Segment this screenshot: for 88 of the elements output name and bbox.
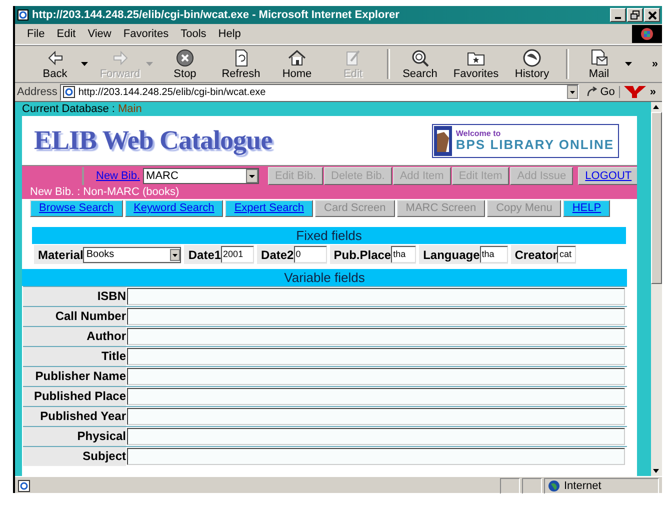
status-message: New Bib. : Non-MARC (books) xyxy=(22,186,637,199)
field-label: Physical xyxy=(23,427,126,446)
status-pane xyxy=(522,478,542,494)
field-label: Date1 xyxy=(188,248,222,262)
ie-page-icon xyxy=(17,9,29,21)
field-label: Title xyxy=(23,347,126,366)
home-icon xyxy=(287,48,307,68)
input-field[interactable]: tha xyxy=(480,246,508,263)
input-field[interactable] xyxy=(127,368,625,385)
stop-icon xyxy=(175,48,195,68)
toolbar-button[interactable]: Refresh xyxy=(215,48,267,80)
input-field[interactable] xyxy=(127,408,625,425)
field-label: Publisher Name xyxy=(23,367,126,386)
field-label: Published Place xyxy=(23,387,126,406)
field-label: Pub.Place xyxy=(334,248,392,262)
address-label: Address xyxy=(17,86,58,98)
banner-text: Welcome to xyxy=(456,130,502,138)
input-field[interactable]: 0 xyxy=(294,246,327,263)
nav-button[interactable]: Browse Search xyxy=(30,200,123,216)
menu-item[interactable]: Favorites xyxy=(117,28,175,40)
input-field[interactable]: cat xyxy=(557,246,576,263)
more-chevron[interactable]: » xyxy=(650,86,660,98)
input-field[interactable] xyxy=(127,428,625,445)
input-field[interactable] xyxy=(127,388,625,405)
input-field[interactable] xyxy=(127,328,625,345)
nav-button[interactable]: Keyword Search xyxy=(124,200,224,216)
globe-icon xyxy=(522,48,542,68)
toolbar-button[interactable]: History xyxy=(506,48,558,80)
nav-button[interactable]: Expert Search xyxy=(225,200,314,216)
input-field[interactable] xyxy=(127,288,625,305)
field-label: Material xyxy=(38,248,84,262)
database-name: Main xyxy=(116,103,142,115)
field-label: Subject xyxy=(23,447,126,466)
maximize-icon xyxy=(628,8,642,22)
window-title: http://203.144.248.25/elib/cgi-bin/wcat.exe - Microsoft Internet Explorer xyxy=(32,9,400,21)
banner-title: BPS LIBRARY ONLINE xyxy=(456,138,614,151)
input-field[interactable]: 2001 xyxy=(221,246,254,263)
close-button[interactable] xyxy=(644,8,660,22)
input-field[interactable]: tha xyxy=(391,246,416,263)
nav-button[interactable]: HELP xyxy=(563,200,610,216)
format-select[interactable]: MARC xyxy=(143,168,260,184)
dropdown-arrow-icon[interactable] xyxy=(625,62,632,66)
material-select[interactable]: Books xyxy=(83,246,182,262)
field-label: Creator xyxy=(514,248,558,262)
status-pane xyxy=(500,478,520,494)
catalogue-heading: ELIB Web Catalogue xyxy=(34,125,272,156)
toolbar-button[interactable]: Search xyxy=(394,48,446,80)
yahoo-y-icon[interactable] xyxy=(622,85,647,99)
ie-page-icon xyxy=(63,86,76,98)
toolbar-button[interactable]: Favorites xyxy=(450,48,502,80)
maximize-button[interactable] xyxy=(627,8,643,22)
toolbar-button[interactable]: Stop xyxy=(159,48,211,80)
section-header: Variable fields xyxy=(22,269,627,286)
page-status-icon xyxy=(18,480,30,492)
database-label: Current Database : xyxy=(22,103,115,115)
menu-item[interactable]: Tools xyxy=(174,28,212,40)
toolbar-button[interactable]: Back xyxy=(29,48,81,80)
more-chevron[interactable]: » xyxy=(652,58,662,70)
field-label: Call Number xyxy=(23,307,126,326)
input-field[interactable] xyxy=(127,448,625,465)
zone-label: Internet xyxy=(564,480,602,492)
dropdown-arrow-icon[interactable] xyxy=(81,62,88,66)
toolbar-button[interactable]: Home xyxy=(271,48,323,80)
address-field[interactable]: http://203.144.248.25/elib/cgi-bin/wcat.exe xyxy=(60,84,580,100)
minimize-icon xyxy=(615,17,621,19)
input-field[interactable] xyxy=(127,308,625,325)
toolbar-button[interactable]: Mail xyxy=(573,48,625,80)
search-icon xyxy=(410,48,430,68)
input-field[interactable] xyxy=(127,348,625,365)
field-label: ISBN xyxy=(23,287,126,306)
menu-item[interactable]: View xyxy=(82,28,118,40)
field-label: Published Year xyxy=(23,407,126,426)
action-button[interactable]: LOGOUT xyxy=(578,167,637,185)
field-label: Author xyxy=(23,327,126,346)
minimize-button[interactable] xyxy=(610,8,626,22)
section-header: Fixed fields xyxy=(32,227,626,244)
globe-icon xyxy=(548,480,560,492)
scroll-thumb[interactable] xyxy=(651,112,662,284)
field-label: Language xyxy=(423,248,480,262)
go-arrow-icon xyxy=(586,86,598,98)
vertical-scrollbar[interactable] xyxy=(651,102,662,476)
go-button[interactable]: Go xyxy=(582,86,620,98)
menu-item[interactable]: File xyxy=(21,28,51,40)
menu-item[interactable]: Help xyxy=(212,28,247,40)
close-icon xyxy=(646,8,658,22)
menu-item[interactable]: Edit xyxy=(50,28,82,40)
field-label: Date2 xyxy=(261,248,294,262)
mail-icon xyxy=(589,48,609,68)
